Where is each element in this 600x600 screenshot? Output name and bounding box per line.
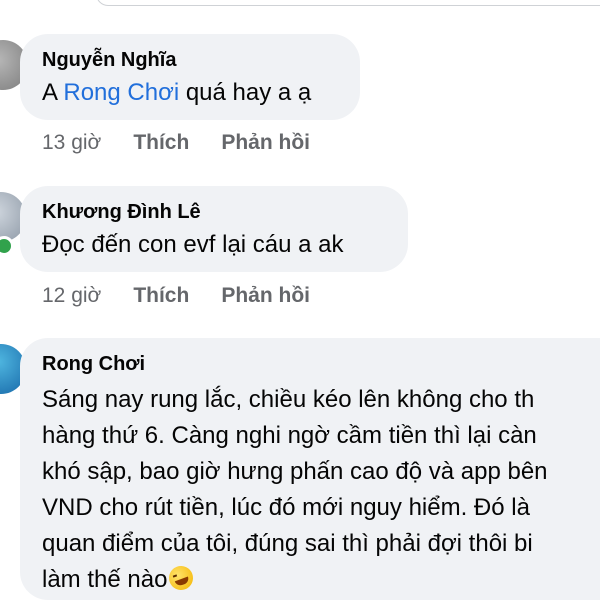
comment-actions: 13 giờ Thích Phản hồi [42, 131, 342, 155]
previous-comment-bubble [96, 0, 600, 6]
comment-text-suffix: quá hay a ạ [179, 79, 312, 106]
comment-actions: 12 giờ Thích Phản hồi [42, 284, 342, 308]
comment-author[interactable]: Rong Chơi [42, 352, 598, 376]
comment-bubble: Khương Đình Lê Đọc đến con evf lại cáu a… [20, 186, 408, 272]
online-status-indicator [0, 236, 14, 256]
comment-thread: Nguyễn Nghĩa A Rong Chơi quá hay a ạ 13 … [0, 0, 600, 600]
reply-button[interactable]: Phản hồi [221, 131, 310, 155]
comment-text-prefix: A [42, 79, 64, 106]
comment-text: Đọc đến con evf lại cáu a ak [42, 231, 344, 258]
comment-bubble: Nguyễn Nghĩa A Rong Chơi quá hay a ạ [20, 34, 360, 120]
laughing-emoji-icon [166, 562, 197, 594]
like-button[interactable]: Thích [133, 131, 189, 155]
reply-button[interactable]: Phản hồi [221, 284, 310, 308]
comment-text-line: VND cho rút tiền, lúc đó mới nguy hiểm. … [42, 494, 530, 521]
comment-author[interactable]: Khương Đình Lê [42, 200, 386, 224]
comment-timestamp[interactable]: 12 giờ [42, 284, 101, 308]
comment-text-line: quan điểm của tôi, đúng sai thì phải đợi… [42, 530, 533, 557]
comment-timestamp[interactable]: 13 giờ [42, 131, 101, 155]
comment-text-line: làm thế nào [42, 562, 598, 598]
mention-link[interactable]: Rong Chơi [63, 79, 179, 106]
like-button[interactable]: Thích [133, 284, 189, 308]
comment-text-line: hàng thứ 6. Càng nghi ngờ cầm tiền thì l… [42, 422, 537, 449]
comment-author[interactable]: Nguyễn Nghĩa [42, 48, 338, 72]
comment-text-last: làm thế nào [42, 566, 168, 593]
comment-text: A Rong Chơi quá hay a ạ [42, 76, 338, 110]
comment-text-line: khó sập, bao giờ hưng phấn cao độ và app… [42, 458, 548, 485]
comment-bubble: Rong Chơi Sáng nay rung lắc, chiều kéo l… [20, 338, 600, 600]
comment-text-line: Sáng nay rung lắc, chiều kéo lên không c… [42, 386, 535, 413]
comment-text: Sáng nay rung lắc, chiều kéo lên không c… [42, 382, 598, 598]
